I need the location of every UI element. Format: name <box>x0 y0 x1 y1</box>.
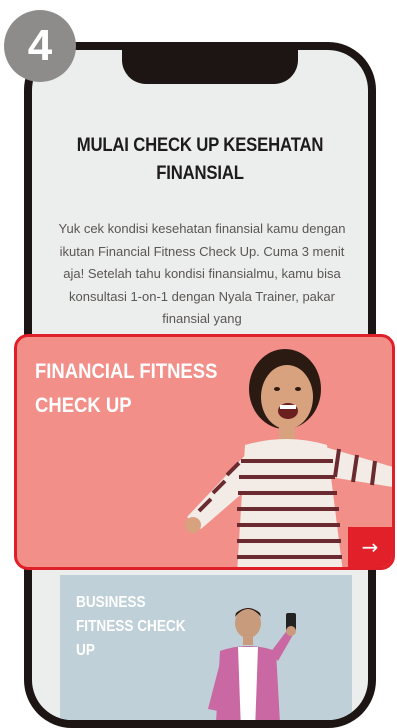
page-title: MULAI CHECK UP KESEHATAN FINANSIAL <box>76 135 324 184</box>
financial-fitness-card[interactable]: FINANCIAL FITNESS CHECK UP → <box>14 334 395 570</box>
business-card-title: BUSINESS FITNESS CHECK UP <box>76 594 186 659</box>
business-fitness-card[interactable]: BUSINESS FITNESS CHECK UP <box>60 575 352 720</box>
step-badge: 4 <box>4 10 76 82</box>
phone-notch <box>122 50 298 84</box>
arrow-right-icon[interactable]: → <box>348 527 392 567</box>
business-person-illustration <box>208 608 296 720</box>
intro-description: Yuk cek kondisi kesehatan finansial kamu… <box>58 221 346 326</box>
